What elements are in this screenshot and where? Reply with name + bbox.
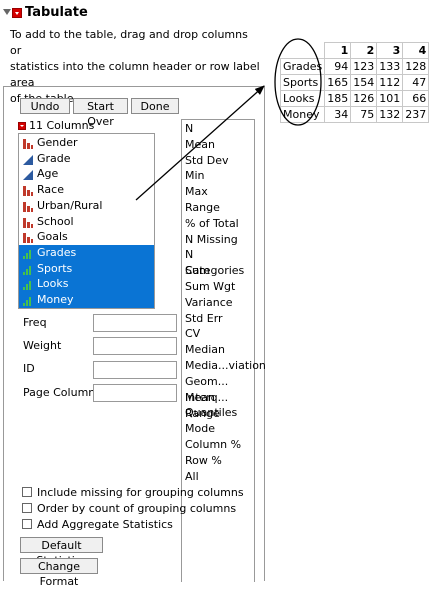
highlight-ellipse (274, 38, 322, 126)
annotation-overlay (135, 38, 322, 201)
drag-arrow (135, 85, 265, 201)
